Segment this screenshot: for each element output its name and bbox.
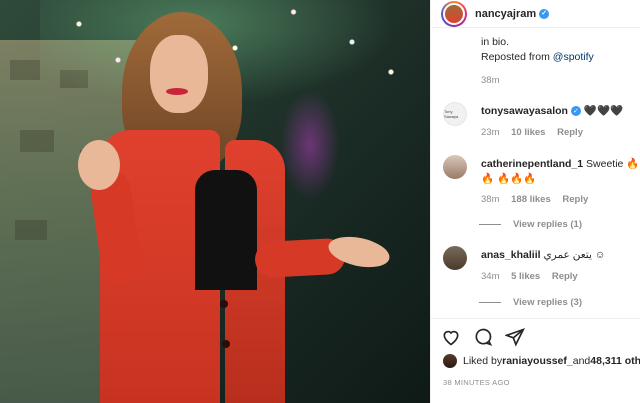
replies-divider <box>479 302 501 303</box>
commenter-avatar[interactable]: Tony Sawaya <box>443 102 467 126</box>
verified-badge-icon: ✓ <box>539 8 550 19</box>
comment-meta: 34m 5 likes Reply <box>481 271 587 282</box>
comment-body: catherinepentland_1 Sweetie 🔥🔥 🔥🔥🔥 <box>481 157 640 187</box>
blazer-button <box>220 300 228 308</box>
comment-meta: 38m 188 likes Reply <box>481 194 597 205</box>
comment-likes[interactable]: 10 likes <box>511 127 545 138</box>
mention-link[interactable]: @spotify <box>553 51 594 63</box>
caption-line: in bio. <box>481 36 510 48</box>
liker-username[interactable]: raniayoussef_ <box>502 355 573 367</box>
comment-body: anas_khaliil يتعن عمري ☺ <box>481 248 640 263</box>
verified-badge-icon: ✓ <box>570 106 581 117</box>
comment-username[interactable]: tonysawayasalon <box>481 105 568 117</box>
comment-meta: 23m 10 likes Reply <box>481 127 592 138</box>
post-photo[interactable] <box>0 0 430 403</box>
action-bar <box>441 327 525 347</box>
caption-time[interactable]: 38m <box>481 75 499 86</box>
comment-icon[interactable] <box>473 327 493 347</box>
share-icon[interactable] <box>505 327 525 347</box>
blazer-button <box>222 340 230 348</box>
comment-username[interactable]: catherinepentland_1 <box>481 158 583 170</box>
commenter-avatar[interactable] <box>443 155 467 179</box>
author-username[interactable]: nancyajram ✓ <box>475 8 550 20</box>
view-replies-button[interactable]: View replies (1) <box>479 219 582 230</box>
replies-divider <box>479 224 501 225</box>
black-top <box>195 170 257 290</box>
author-avatar[interactable] <box>441 0 467 27</box>
comment-likes[interactable]: 5 likes <box>511 271 540 282</box>
reply-button[interactable]: Reply <box>562 194 588 205</box>
caption-line: Reposted from @spotify <box>481 51 594 63</box>
section-divider <box>431 318 640 319</box>
commenter-avatar[interactable] <box>443 246 467 270</box>
comment-text: 🖤🖤🖤 <box>583 105 624 117</box>
purple-glow <box>280 90 340 200</box>
comment-text: يتعن عمري ☺ <box>543 249 606 261</box>
comment-username[interactable]: anas_khaliil <box>481 249 541 261</box>
reply-button[interactable]: Reply <box>552 271 578 282</box>
comment-likes[interactable]: 188 likes <box>511 194 551 205</box>
post-header: nancyajram ✓ <box>431 0 640 28</box>
face <box>150 35 208 113</box>
reply-button[interactable]: Reply <box>557 127 583 138</box>
likes-summary: Liked by raniayoussef_ and 48,311 oth <box>443 354 640 368</box>
left-hand <box>78 140 120 190</box>
comment-time[interactable]: 38m <box>481 194 499 205</box>
comment-time[interactable]: 23m <box>481 127 499 138</box>
caption: in bio. Reposted from @spotify <box>481 35 640 65</box>
view-replies-button[interactable]: View replies (3) <box>479 297 582 308</box>
comment-body: tonysawayasalon ✓ 🖤🖤🖤 <box>481 104 640 119</box>
post-side-panel: nancyajram ✓ in bio. Reposted from @spoti… <box>430 0 640 403</box>
comment-time[interactable]: 34m <box>481 271 499 282</box>
lips <box>166 88 188 95</box>
heart-icon[interactable] <box>441 327 461 347</box>
likes-count[interactable]: 48,311 oth <box>590 355 640 367</box>
post-timestamp[interactable]: 38 MINUTES AGO <box>443 378 510 387</box>
liker-avatar[interactable] <box>443 354 457 368</box>
